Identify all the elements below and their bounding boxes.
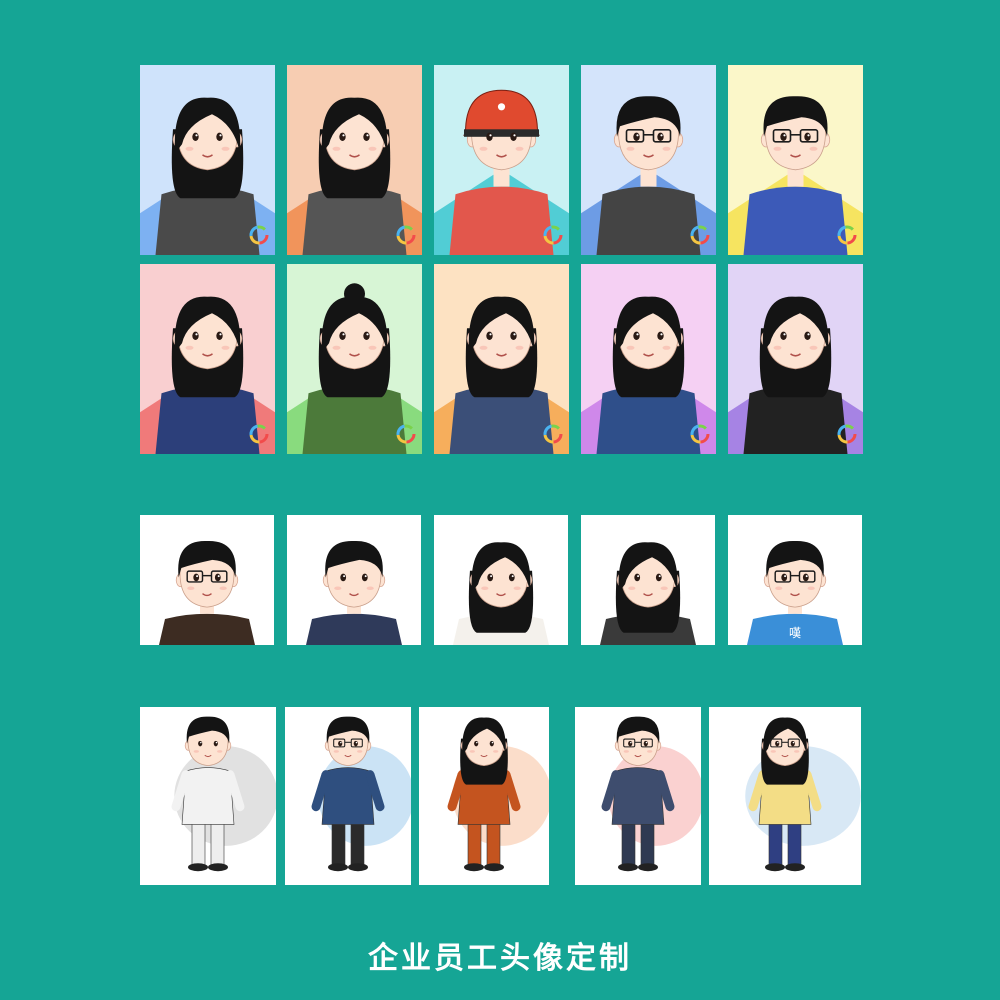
torso xyxy=(449,186,554,255)
eye xyxy=(510,331,517,340)
eye xyxy=(633,132,640,141)
colored-avatar-card xyxy=(140,65,275,255)
eye xyxy=(781,573,788,582)
full-body-avatar-card xyxy=(575,707,701,885)
eye xyxy=(804,132,811,141)
eye xyxy=(489,740,494,747)
torso xyxy=(743,186,848,255)
eye xyxy=(657,331,664,340)
eye xyxy=(487,573,494,582)
eye xyxy=(775,740,780,747)
eye xyxy=(361,573,368,582)
eye xyxy=(213,740,218,747)
bust-avatar-card xyxy=(287,515,421,645)
caption-title: 企业员工头像定制 xyxy=(368,941,632,976)
colored-avatar-card xyxy=(728,65,863,255)
colored-avatar-card xyxy=(287,264,422,454)
eye xyxy=(790,740,795,747)
eye xyxy=(353,740,358,747)
torso xyxy=(306,613,402,645)
eye xyxy=(633,331,640,340)
eye xyxy=(363,331,370,340)
eye xyxy=(216,132,223,141)
eye xyxy=(363,132,370,141)
eye xyxy=(508,573,515,582)
eye xyxy=(340,573,347,582)
eye xyxy=(216,331,223,340)
shirt-glyph: 嘆 xyxy=(789,626,801,640)
eye xyxy=(486,132,493,141)
colored-avatar-card xyxy=(434,65,569,255)
eye xyxy=(655,573,662,582)
eye xyxy=(628,740,633,747)
eye xyxy=(338,740,343,747)
eye xyxy=(780,132,787,141)
colored-avatar-card xyxy=(581,264,716,454)
eye xyxy=(643,740,648,747)
full-body-avatar-card xyxy=(140,707,276,885)
eye xyxy=(510,132,517,141)
full-body-avatar-card xyxy=(419,707,549,885)
eye xyxy=(339,331,346,340)
colored-avatar-card xyxy=(140,264,275,454)
eye xyxy=(474,740,479,747)
bust-avatar-card: 嘆 xyxy=(728,515,862,645)
eye xyxy=(802,573,809,582)
eye xyxy=(486,331,493,340)
eye xyxy=(192,132,199,141)
eye xyxy=(780,331,787,340)
colored-avatar-card xyxy=(581,65,716,255)
full-body-avatar-card xyxy=(709,707,861,885)
bust-avatar-card xyxy=(140,515,274,645)
eye xyxy=(192,331,199,340)
eye xyxy=(214,573,221,582)
full-body-avatar-card xyxy=(285,707,411,885)
eye xyxy=(634,573,641,582)
colored-avatar-card xyxy=(434,264,569,454)
eye xyxy=(198,740,203,747)
torso xyxy=(596,186,701,255)
eye xyxy=(193,573,200,582)
bust-avatar-card xyxy=(434,515,568,645)
colored-avatar-card xyxy=(728,264,863,454)
colored-avatar-card xyxy=(287,65,422,255)
eye xyxy=(804,331,811,340)
eye xyxy=(339,132,346,141)
torso xyxy=(159,613,255,645)
bust-avatar-card xyxy=(581,515,715,645)
eye xyxy=(657,132,664,141)
